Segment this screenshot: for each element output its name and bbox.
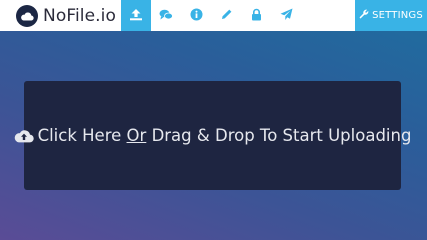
info-icon bbox=[190, 6, 203, 25]
lock-icon bbox=[251, 6, 262, 25]
navbar-spacer bbox=[301, 0, 355, 31]
upload-text-drag-drop: Drag & Drop To Start Uploading bbox=[151, 126, 412, 145]
cloud-upload-icon bbox=[14, 129, 34, 143]
nav-send[interactable] bbox=[271, 0, 301, 31]
nav-icons bbox=[121, 0, 301, 31]
upload-text-or: Or bbox=[126, 126, 147, 145]
top-navbar: NoFile.io SETTINGS bbox=[0, 0, 427, 31]
settings-label: SETTINGS bbox=[372, 10, 423, 21]
upload-dropzone[interactable]: Click Here Or Drag & Drop To Start Uploa… bbox=[14, 81, 411, 190]
upload-text-click-here: Click Here bbox=[37, 126, 122, 145]
wrench-icon bbox=[359, 9, 372, 22]
comments-icon bbox=[159, 6, 173, 25]
brand-link[interactable]: NoFile.io bbox=[0, 0, 121, 31]
cloud-logo-icon bbox=[16, 4, 38, 27]
nav-info[interactable] bbox=[181, 0, 211, 31]
nav-upload[interactable] bbox=[121, 0, 151, 31]
nav-lock[interactable] bbox=[241, 0, 271, 31]
pencil-icon bbox=[220, 6, 233, 25]
nav-edit[interactable] bbox=[211, 0, 241, 31]
brand-name: NoFile.io bbox=[43, 5, 116, 26]
settings-button[interactable]: SETTINGS bbox=[355, 0, 427, 31]
paper-plane-icon bbox=[280, 6, 293, 25]
nav-chat[interactable] bbox=[151, 0, 181, 31]
upload-icon bbox=[129, 6, 143, 25]
